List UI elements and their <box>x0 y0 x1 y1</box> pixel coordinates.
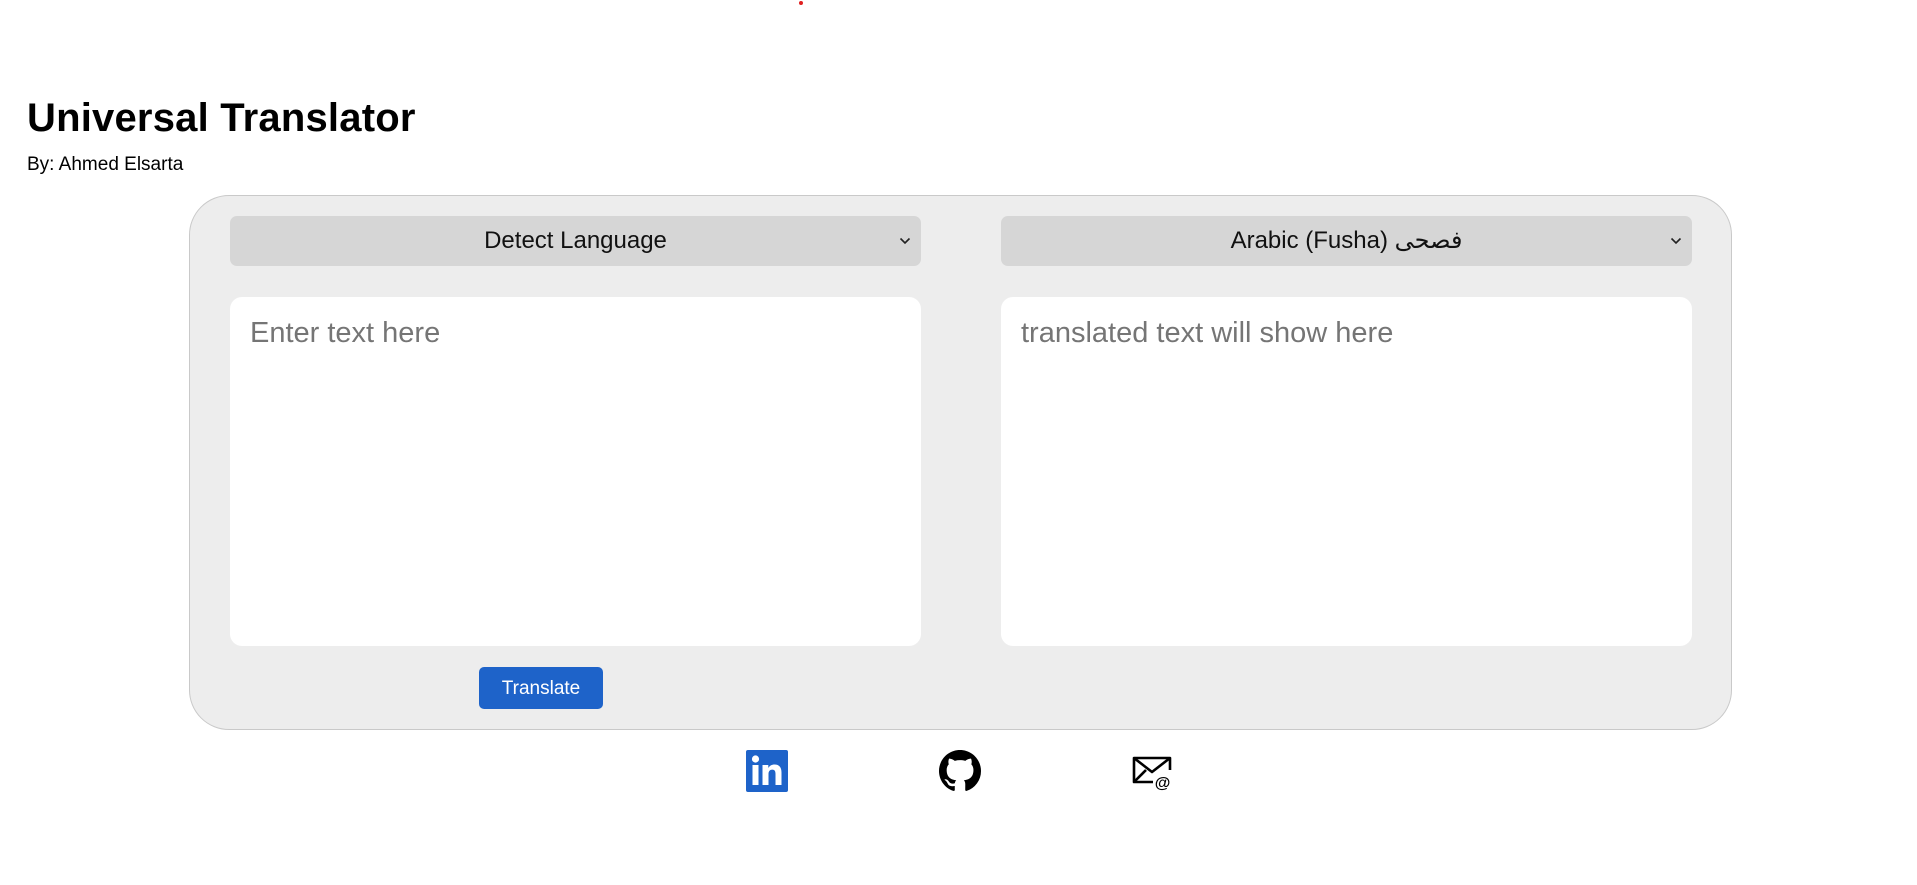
svg-text:@: @ <box>1155 775 1171 792</box>
author-byline: By: Ahmed Elsarta <box>27 154 184 175</box>
source-language-value: Detect Language <box>484 227 667 254</box>
github-link[interactable] <box>939 750 981 792</box>
target-language-select[interactable]: Arabic (Fusha) فصحى <box>1001 216 1692 266</box>
translated-text-placeholder: translated text will show here <box>1021 317 1394 349</box>
source-language-select[interactable]: Detect Language <box>230 216 921 266</box>
chevron-down-icon <box>1668 216 1684 266</box>
red-dot-marker <box>799 1 803 5</box>
email-link[interactable]: @ <box>1131 750 1173 792</box>
chevron-down-icon <box>897 216 913 266</box>
source-text-placeholder: Enter text here <box>250 317 441 349</box>
target-language-value: Arabic (Fusha) فصحى <box>1230 227 1463 254</box>
translator-panel: Detect Language Arabic (Fusha) فصحى Ente… <box>189 195 1732 730</box>
linkedin-icon <box>746 750 788 792</box>
source-text-input[interactable]: Enter text here <box>230 297 921 646</box>
translate-button[interactable]: Translate <box>479 667 603 709</box>
linkedin-link[interactable] <box>746 750 788 792</box>
email-icon: @ <box>1132 756 1172 792</box>
github-icon <box>939 750 981 791</box>
page-title: Universal Translator <box>27 96 416 140</box>
translated-text-output[interactable]: translated text will show here <box>1001 297 1692 646</box>
